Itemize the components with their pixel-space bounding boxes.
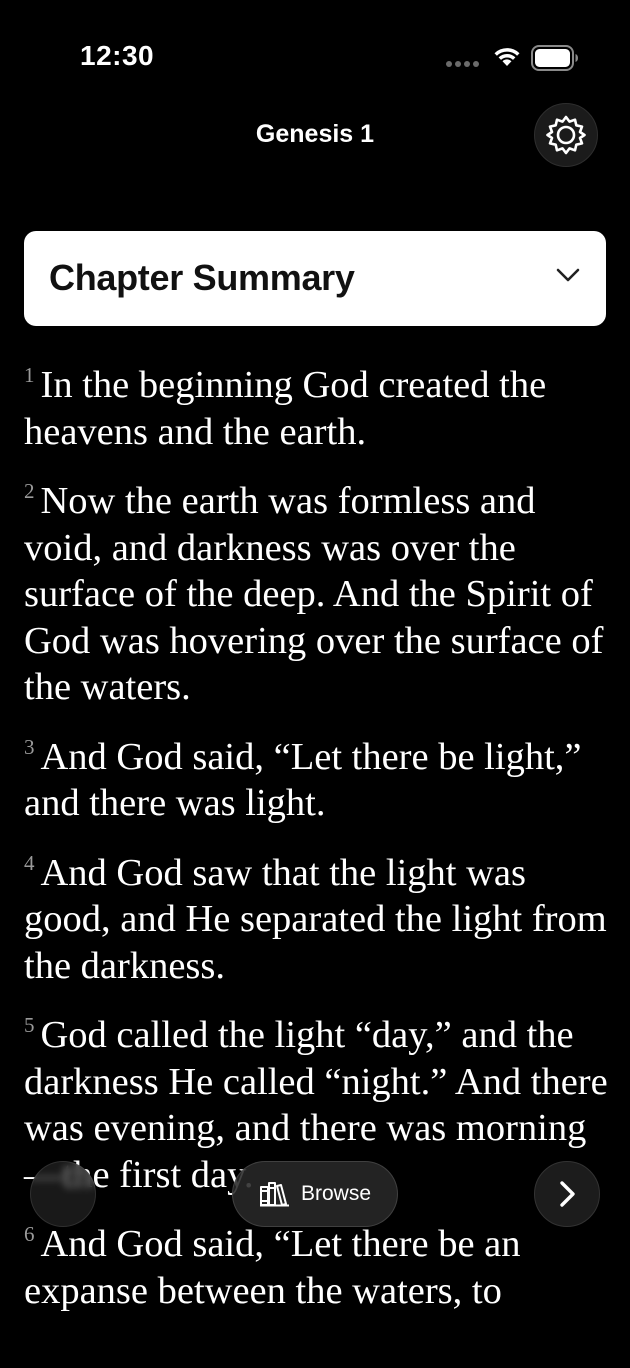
chevron-right-icon [560, 1181, 575, 1207]
verse-text: Now the earth was formless and void, and… [24, 480, 604, 708]
books-icon [259, 1182, 289, 1207]
verse-number: 6 [24, 1222, 35, 1246]
wifi-icon [494, 48, 520, 66]
verse-text: And God said, “Let there be light,” and … [24, 735, 582, 825]
verse: 1 In the beginning God created the heaven… [24, 362, 614, 455]
verse-number: 3 [24, 734, 35, 759]
chapter-summary-title: Chapter Summary [49, 257, 355, 298]
verse-number: 4 [24, 850, 35, 875]
settings-button[interactable] [534, 103, 598, 167]
verse-text: In the beginning God created the heavens… [24, 364, 547, 453]
verse-text: And God said, “Let there be an expanse b… [24, 1223, 521, 1312]
signal-icon [446, 61, 479, 67]
battery-icon [531, 45, 578, 71]
gear-icon [546, 115, 586, 155]
next-chapter-button[interactable] [534, 1161, 600, 1227]
verse-text: And God saw that the light was good, and… [24, 851, 607, 987]
previous-button[interactable] [30, 1161, 96, 1227]
browse-label: Browse [300, 1182, 372, 1205]
verse-number: 1 [24, 363, 35, 387]
chapter-summary-dropdown[interactable]: Chapter Summary [24, 231, 606, 326]
verse: 3 And God said, “Let there be light,” and… [24, 734, 614, 827]
verse: 4 And God saw that the light was good, an… [24, 850, 614, 990]
verse: 2 Now the earth was formless and void, an… [24, 478, 614, 711]
verse-number: 5 [24, 1013, 35, 1037]
status-time: 12:30 [80, 40, 155, 71]
status-bar: 12:30 [0, 0, 630, 110]
browse-button[interactable]: Browse [232, 1161, 398, 1227]
verse: 6 And God said, “Let there be an expanse … [24, 1221, 614, 1314]
verse-number: 2 [24, 479, 35, 503]
chevron-down-icon [556, 268, 580, 282]
